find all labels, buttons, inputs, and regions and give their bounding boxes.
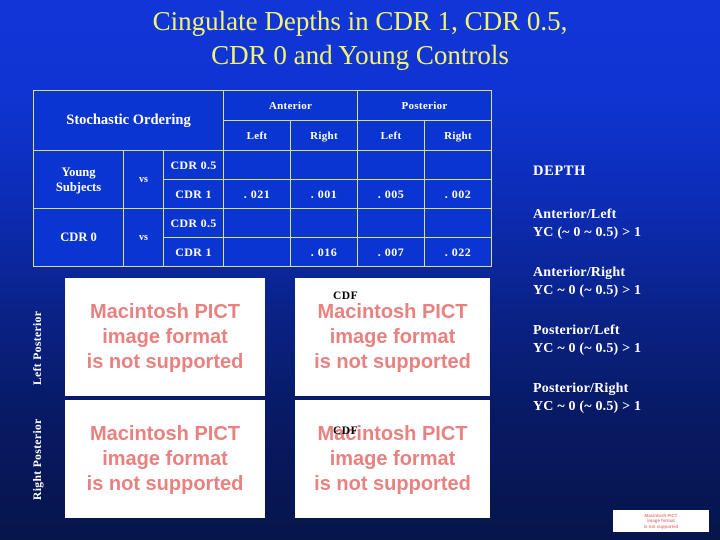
annotation-detail-anterior-left: YC (~ 0 ~ 0.5) > 1 [533,225,642,240]
annotation-title-posterior-left: Posterior/Left [533,323,620,338]
table-subheader-anterior-left: Left [223,120,292,151]
table-cell-cdr0-cdr05-anterior-left [223,208,292,238]
annotation-heading-depth: DEPTH [533,163,586,179]
figure-placeholder-left-posterior-top: Macintosh PICT image format is not suppo… [65,278,265,396]
annotation-title-anterior-right: Anterior/Right [533,265,626,280]
table-comparison-label-young-cdr05: CDR 0.5 [162,150,225,180]
annotation-detail-posterior-right: YC ~ 0 (~ 0.5) > 1 [533,399,642,414]
annotation-detail-posterior-left: YC ~ 0 (~ 0.5) > 1 [533,341,642,356]
annotation-group-anterior-right: Anterior/Right YC ~ 0 (~ 0.5) > 1 [533,264,713,300]
side-label-right-posterior: Right Posterior [32,418,44,500]
table-cell-cdr0-cdr1-anterior-right: . 016 [290,237,359,267]
table-group-header-posterior: Posterior [357,90,493,121]
table-subheader-posterior-right: Right [424,120,493,151]
table-cell-young-cdr1-posterior-left: . 005 [357,179,426,209]
annotation-group-anterior-left: Anterior/Left YC (~ 0 ~ 0.5) > 1 [533,206,713,242]
table-corner-label: Stochastic Ordering [32,90,225,151]
cdf-label-bottom: CDF [333,425,359,437]
table-cell-young-cdr05-anterior-left [223,150,292,180]
figure-placeholder-left-posterior-cdf: Macintosh PICT image format is not suppo… [295,278,490,396]
table-subheader-posterior-left: Left [357,120,426,151]
table-comparison-label-cdr0-cdr05: CDR 0.5 [162,208,225,238]
table-row-group-cdr0: CDR 0 [33,208,124,267]
side-label-left-posterior: Left Posterior [32,310,44,385]
table-cell-cdr0-cdr05-anterior-right [290,208,359,238]
figure-placeholder-right-posterior-top: Macintosh PICT image format is not suppo… [65,400,265,518]
table-row-group-young-subjects: Young Subjects [33,150,124,209]
table-cell-young-cdr1-anterior-left: . 021 [223,179,292,209]
table-group-header-anterior: Anterior [223,90,359,121]
table-cell-cdr0-cdr1-posterior-left: . 007 [357,237,426,267]
annotation-panel: DEPTH Anterior/Left YC (~ 0 ~ 0.5) > 1 A… [533,163,713,438]
table-cell-young-cdr1-posterior-right: . 002 [424,179,493,209]
table-subheader-anterior-right: Right [290,120,359,151]
table-cell-young-cdr05-posterior-right [424,150,493,180]
slide-canvas: Cingulate Depths in CDR 1, CDR 0.5, CDR … [0,0,720,540]
stochastic-ordering-table: Stochastic Ordering Anterior Posterior L… [32,90,493,267]
table-cell-young-cdr1-anterior-right: . 001 [290,179,359,209]
table-comparison-label-young-cdr1: CDR 1 [162,179,225,209]
cdf-label-top: CDF [333,290,359,302]
annotation-group-posterior-right: Posterior/Right YC ~ 0 (~ 0.5) > 1 [533,380,713,416]
figure-placeholder-right-posterior-cdf: Macintosh PICT image format is not suppo… [295,400,490,518]
table-cell-cdr0-cdr05-posterior-left [357,208,426,238]
table-vs-label-young: vs [123,150,164,209]
table-comparison-label-cdr0-cdr1: CDR 1 [162,237,225,267]
slide-title: Cingulate Depths in CDR 1, CDR 0.5, CDR … [152,6,568,70]
table-vs-label-cdr0: vs [123,208,164,267]
annotation-detail-anterior-right: YC ~ 0 (~ 0.5) > 1 [533,283,642,298]
annotation-group-posterior-left: Posterior/Left YC ~ 0 (~ 0.5) > 1 [533,322,713,358]
table-cell-cdr0-cdr1-anterior-left [223,237,292,267]
annotation-title-posterior-right: Posterior/Right [533,381,629,396]
table-cell-young-cdr05-posterior-left [357,150,426,180]
figure-placeholder-watermark: Macintosh PICT image format is not suppo… [613,510,709,532]
table-cell-cdr0-cdr1-posterior-right: . 022 [424,237,493,267]
annotation-title-anterior-left: Anterior/Left [533,207,617,222]
table-cell-young-cdr05-anterior-right [290,150,359,180]
table-cell-cdr0-cdr05-posterior-right [424,208,493,238]
